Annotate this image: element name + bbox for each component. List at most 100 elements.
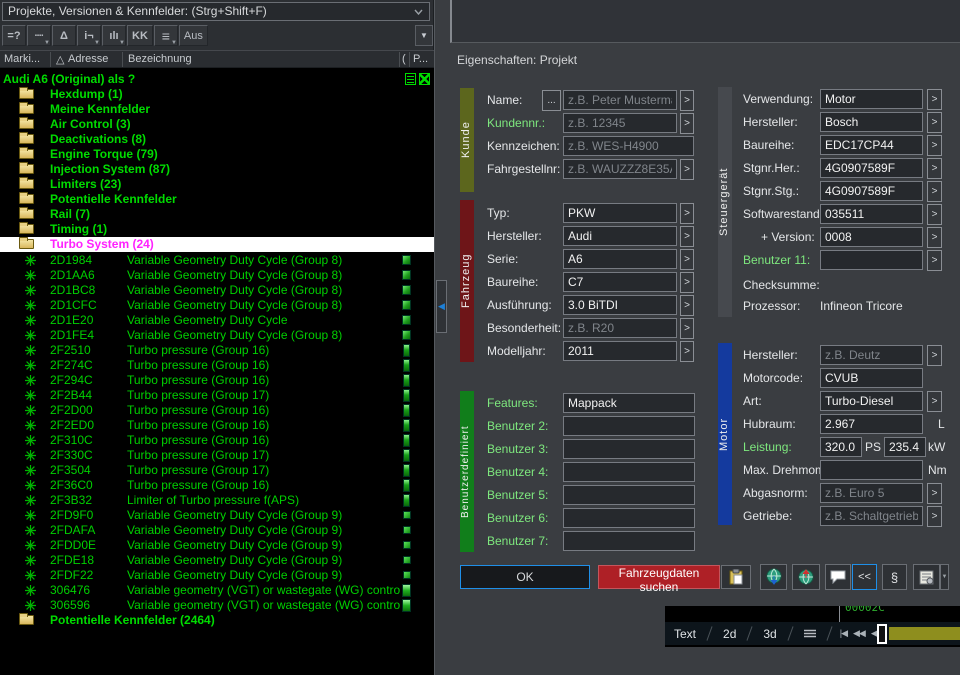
flag-sort-icon[interactable]: ılı▼ [102,25,126,46]
tree-folder-timing[interactable]: Timing (1) [0,222,434,237]
ausfuehrung-input[interactable] [563,295,677,315]
search-vehicle-data-button[interactable]: Fahrzeugdaten suchen [598,565,720,589]
stgnr-her-arrow-button[interactable]: > [927,158,942,179]
map-row[interactable]: 2F294CTurbo pressure (Group 16) [0,373,434,388]
map-row[interactable]: 2D1CFCVariable Geometry Duty Cycle (Grou… [0,298,434,313]
column-address[interactable]: Adresse [68,53,108,65]
softwarestand-input[interactable] [820,204,923,224]
nav-back-button[interactable]: ◀ [871,628,877,639]
tree-folder-engine-torque[interactable]: Engine Torque (79) [0,147,434,162]
delta-icon[interactable]: Δ [52,25,76,46]
column-divider[interactable] [409,52,410,67]
abgasnorm-arrow-button[interactable]: > [927,483,942,504]
baureihe-input[interactable] [563,272,677,292]
max-drehmoment-input[interactable] [820,460,923,480]
lines-icon[interactable]: ≡▼ [154,25,178,46]
verwendung-arrow-button[interactable]: > [927,89,942,110]
list-view-icon[interactable] [405,73,416,85]
tree-folder-hexdump[interactable]: Hexdump (1) [0,87,434,102]
tab-list[interactable] [795,627,825,641]
stgnr-her-input[interactable] [820,158,923,178]
equals-question-icon[interactable]: =? [2,25,26,46]
info-icon[interactable]: i¬▼ [77,25,101,46]
panel-splitter[interactable] [434,0,450,675]
tree-folder-deactivations[interactable]: Deactivations (8) [0,132,434,147]
tree-folder-injection-system[interactable]: Injection System (87) [0,162,434,177]
tree-folder-turbo-system-selected[interactable]: Turbo System (24) [0,237,434,252]
tab-2d[interactable]: 2d [714,627,745,641]
map-row[interactable]: 2F330CTurbo pressure (Group 17) [0,448,434,463]
map-row[interactable]: 2F2510Turbo pressure (Group 16) [0,343,434,358]
list-column-header[interactable]: Marki... △ Adresse Bezeichnung ( P... [0,50,434,68]
map-row[interactable]: 2FDD0EVariable Geometry Duty Cycle (Grou… [0,538,434,553]
column-divider[interactable] [399,52,400,67]
column-divider[interactable] [50,52,51,67]
notes-button[interactable] [913,564,940,590]
tab-text[interactable]: Text [665,627,705,641]
benutzer11-input[interactable] [820,250,923,270]
column-c4[interactable]: ( [402,53,406,65]
map-row[interactable]: 2D1AA6Variable Geometry Duty Cycle (Grou… [0,268,434,283]
map-row[interactable]: 2FD9F0Variable Geometry Duty Cycle (Grou… [0,508,434,523]
column-preview[interactable]: P... [413,53,428,65]
splitter-collapse-handle[interactable]: ◀ [436,280,447,333]
horizontal-scrollbar[interactable] [889,627,960,640]
map-row[interactable]: 2F2ED0Turbo pressure (Group 16) [0,418,434,433]
tree-folder-meine-kennfelder[interactable]: Meine Kennfelder [0,102,434,117]
tree-root-row[interactable]: Audi A6 (Original) als ? [0,72,434,87]
map-row[interactable]: 2D1FE4Variable Geometry Duty Cycle (Grou… [0,328,434,343]
kk-icon[interactable]: KK [127,25,153,46]
stgnr-stg-input[interactable] [820,181,923,201]
besonderheit-input[interactable] [563,318,677,338]
map-row[interactable]: 2F310CTurbo pressure (Group 16) [0,433,434,448]
stg-baureihe-input[interactable] [820,135,923,155]
legal-paragraph-button[interactable]: § [882,564,907,590]
map-row[interactable]: 2FDE18Variable Geometry Duty Cycle (Grou… [0,553,434,568]
tree-folder-limiters[interactable]: Limiters (23) [0,177,434,192]
map-row[interactable]: 2F2D00Turbo pressure (Group 16) [0,403,434,418]
map-row[interactable]: 2FDAFAVariable Geometry Duty Cycle (Grou… [0,523,434,538]
map-row[interactable]: 2D1984Variable Geometry Duty Cycle (Grou… [0,253,434,268]
column-marked[interactable]: Marki... [4,53,40,65]
globe-upload-button[interactable] [792,564,820,590]
text-cursor-block[interactable] [877,624,887,644]
getriebe-arrow-button[interactable]: > [927,506,942,527]
toolbar-dropdown-button[interactable]: ▼ [415,25,433,46]
comment-button[interactable] [825,564,851,590]
verwendung-input[interactable] [820,89,923,109]
softwarestand-arrow-button[interactable]: > [927,204,942,225]
stg-baureihe-arrow-button[interactable]: > [927,135,942,156]
tree-folder-potentielle[interactable]: Potentielle Kennfelder [0,192,434,207]
map-row[interactable]: 2F2B44Turbo pressure (Group 17) [0,388,434,403]
tree-folder-potentielle-2464[interactable]: Potentielle Kennfelder (2464) [0,613,434,628]
stgnr-stg-arrow-button[interactable]: > [927,181,942,202]
tree-folder-air-control[interactable]: Air Control (3) [0,117,434,132]
version-input[interactable] [820,227,923,247]
close-icon[interactable] [419,73,430,85]
column-name[interactable]: Bezeichnung [128,53,192,65]
map-row[interactable]: 2F3B32Limiter of Turbo pressure f(APS) [0,493,434,508]
art-input[interactable] [820,391,923,411]
abgasnorm-input[interactable] [820,483,923,503]
map-row[interactable]: 2D1E20Variable Geometry Duty Cycle [0,313,434,328]
ok-button[interactable]: OK [460,565,590,589]
nav-fast-back-button[interactable]: ◀◀ [853,628,865,639]
map-row[interactable]: 2F3504Turbo pressure (Group 17) [0,463,434,478]
hubraum-input[interactable] [820,414,923,434]
motor-hersteller-input[interactable] [820,345,923,365]
map-row[interactable]: 2F36C0Turbo pressure (Group 16) [0,478,434,493]
map-row[interactable]: 2FDF22Variable Geometry Duty Cycle (Grou… [0,568,434,583]
notes-dropdown-button[interactable]: ▼ [940,564,949,590]
getriebe-input[interactable] [820,506,923,526]
nav-first-button[interactable]: |◀ [840,628,847,639]
dots-icon[interactable]: ▪▪▪▪▼ [27,25,51,46]
collapse-dialog-button[interactable]: << [852,564,877,590]
map-row[interactable]: 306596Variable geometry (VGT) or wastega… [0,598,434,613]
ausfuehrung-arrow-button[interactable]: > [680,295,694,316]
motor-hersteller-arrow-button[interactable]: > [927,345,942,366]
leistung-ps-input[interactable] [820,437,862,457]
map-row[interactable]: 2F274CTurbo pressure (Group 16) [0,358,434,373]
baureihe-arrow-button[interactable]: > [680,272,694,293]
motorcode-input[interactable] [820,368,923,388]
benutzer11-arrow-button[interactable]: > [927,250,942,271]
